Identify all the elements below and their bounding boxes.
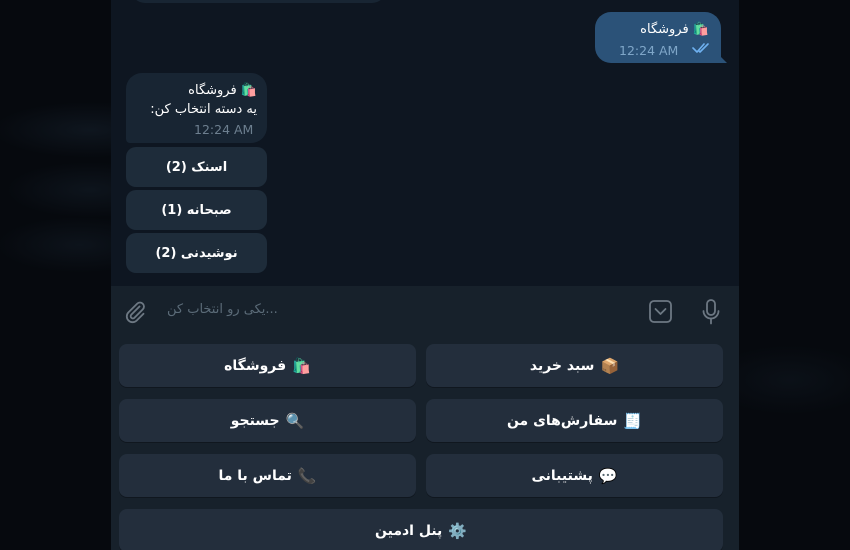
- admin-panel-button[interactable]: ⚙️ پنل ادمین: [119, 509, 723, 550]
- bubble-tail: [717, 53, 727, 63]
- cart-button[interactable]: 📦 سبد خرید: [426, 344, 723, 387]
- search-button[interactable]: 🔍 جستجو: [119, 399, 416, 442]
- category-button-drinks[interactable]: نوشیدنی (2): [126, 233, 267, 273]
- package-icon: 📦: [600, 356, 620, 375]
- cart-button-label: سبد خرید: [529, 357, 595, 374]
- gear-icon: ⚙️: [448, 521, 467, 540]
- incoming-message-title: 🛍️ فروشگاه: [188, 83, 257, 98]
- attach-icon[interactable]: [123, 300, 147, 324]
- category-button-label: اسنک (2): [165, 159, 228, 175]
- shopping-bags-icon: 🛍️: [292, 356, 311, 375]
- incoming-message-subtitle: یه دسته انتخاب کن:: [150, 102, 257, 117]
- receipt-icon: 🧾: [623, 411, 643, 430]
- category-button-label: صبحانه (1): [161, 202, 232, 218]
- search-button-label: جستجو: [230, 412, 280, 429]
- my-orders-button[interactable]: 🧾 سفارش‌های من: [426, 399, 723, 442]
- keyboard-toggle-icon[interactable]: [648, 299, 673, 324]
- incoming-message[interactable]: 🛍️ فروشگاه یه دسته انتخاب کن: 12:24 AM: [126, 73, 267, 143]
- outgoing-message[interactable]: 🛍️ فروشگاه 12:24 AM: [595, 12, 727, 63]
- search-icon: 🔍: [285, 411, 305, 430]
- double-check-icon: [692, 43, 709, 53]
- support-button-label: پشتیبانی: [531, 467, 593, 484]
- chat-area: 🛍️ فروشگاه 12:24 AM 🛍️ فروشگاه یه دسته ا…: [111, 0, 739, 286]
- store-button[interactable]: 🛍️ فروشگاه: [119, 344, 416, 387]
- incoming-message-time: 12:24 AM: [194, 122, 254, 137]
- reply-keyboard: 📦 سبد خرید 🛍️ فروشگاه 🧾 سفارش‌های من 🔍 ج…: [111, 338, 739, 550]
- outgoing-message-time: 12:24 AM: [619, 43, 679, 58]
- contact-us-button[interactable]: 📞 تماس با ما: [119, 454, 416, 497]
- category-button-label: نوشیدنی (2): [155, 245, 238, 261]
- message-composer: ...یکی رو انتخاب کن: [111, 286, 739, 338]
- my-orders-button-label: سفارش‌های من: [506, 412, 618, 429]
- phone-icon: 📞: [297, 466, 317, 485]
- previous-message-edge: [131, 0, 386, 3]
- telegram-window: 🛍️ فروشگاه 12:24 AM 🛍️ فروشگاه یه دسته ا…: [111, 0, 739, 550]
- store-button-label: فروشگاه: [224, 357, 287, 374]
- message-input[interactable]: ...یکی رو انتخاب کن: [167, 302, 278, 317]
- outgoing-message-text: 🛍️ فروشگاه: [640, 22, 709, 37]
- microphone-icon[interactable]: [700, 298, 722, 326]
- contact-us-button-label: تماس با ما: [218, 467, 292, 484]
- category-button-breakfast[interactable]: صبحانه (1): [126, 190, 267, 230]
- speech-bubble-icon: 💬: [598, 466, 618, 485]
- support-button[interactable]: 💬 پشتیبانی: [426, 454, 723, 497]
- admin-panel-button-label: پنل ادمین: [375, 522, 443, 539]
- category-button-snack[interactable]: اسنک (2): [126, 147, 267, 187]
